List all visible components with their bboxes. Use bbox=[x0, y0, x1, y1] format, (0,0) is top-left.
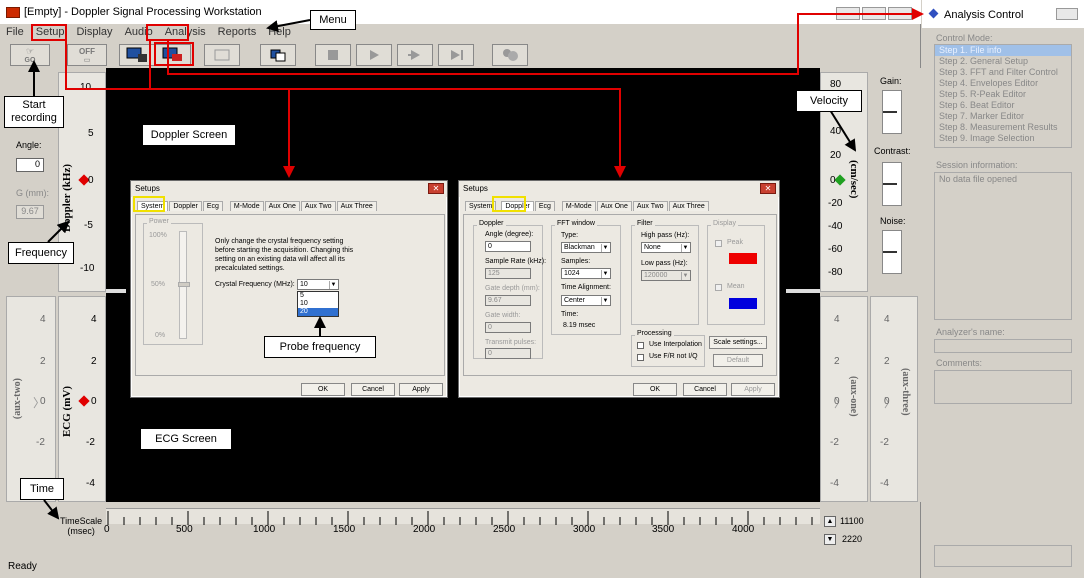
highlight-setup-menu bbox=[31, 24, 67, 41]
highlight-analysis-menu bbox=[146, 24, 189, 41]
annotation-doppler-screen: Doppler Screen bbox=[142, 124, 236, 146]
highlight-system-tab bbox=[133, 196, 165, 212]
annotation-ecg-screen: ECG Screen bbox=[140, 428, 232, 450]
highlight-load-button bbox=[154, 42, 194, 66]
annotation-frequency: Frequency bbox=[8, 242, 74, 264]
annotation-menu: Menu bbox=[310, 10, 356, 30]
annotation-velocity: Velocity bbox=[796, 90, 862, 112]
annotation-time: Time bbox=[20, 478, 64, 500]
highlight-doppler-tab bbox=[492, 196, 526, 212]
annotation-lines bbox=[28, 8, 924, 520]
annotation-start-recording: Start recording bbox=[4, 96, 64, 128]
annotation-probe-frequency: Probe frequency bbox=[264, 336, 376, 358]
